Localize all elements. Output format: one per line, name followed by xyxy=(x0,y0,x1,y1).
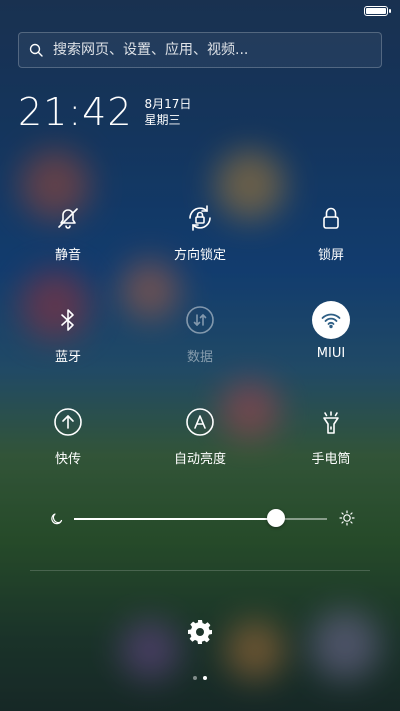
gear-icon[interactable] xyxy=(186,618,214,646)
clock-time: 21:42 xyxy=(18,90,133,134)
toggle-label: 自动亮度 xyxy=(173,452,226,467)
auto-brightness-icon xyxy=(180,402,220,442)
toggle-label: MIUI xyxy=(316,346,346,361)
wifi-icon xyxy=(312,301,350,339)
toggle-mute[interactable]: 静音 xyxy=(8,198,128,263)
search-bar[interactable] xyxy=(18,32,382,68)
slider-fill xyxy=(74,518,277,520)
mobile-data-icon xyxy=(180,300,220,340)
toggle-rotation-lock[interactable]: 方向锁定 xyxy=(140,198,260,263)
toggle-label: 快传 xyxy=(54,452,81,467)
toggle-label: 方向锁定 xyxy=(173,248,226,263)
upload-arrow-icon xyxy=(48,402,88,442)
page-dot xyxy=(193,676,197,680)
toggle-label: 锁屏 xyxy=(317,248,344,263)
clock-weekday: 星期三 xyxy=(144,113,181,127)
rotation-lock-icon xyxy=(180,198,220,238)
search-input[interactable] xyxy=(51,41,355,59)
toggle-label: 蓝牙 xyxy=(54,350,81,365)
toggle-label: 静音 xyxy=(54,248,81,263)
wifi-toggle-circle xyxy=(311,300,351,340)
lock-icon xyxy=(311,198,351,238)
clock-date: 8月17日 xyxy=(144,97,192,111)
moon-icon xyxy=(51,513,63,525)
search-icon xyxy=(29,43,43,57)
clock-date-block: 8月17日 星期三 xyxy=(145,96,192,128)
toggle-auto-brightness[interactable]: 自动亮度 xyxy=(140,402,260,467)
brightness-slider[interactable] xyxy=(50,508,355,530)
flashlight-icon xyxy=(311,402,351,442)
toggle-mobile-data[interactable]: 数据 xyxy=(140,300,260,365)
toggle-lock-screen[interactable]: 锁屏 xyxy=(271,198,391,263)
sun-icon xyxy=(339,510,355,526)
toggle-wifi[interactable]: MIUI xyxy=(271,300,391,361)
toggle-label: 手电筒 xyxy=(311,452,351,467)
toggle-quick-transfer[interactable]: 快传 xyxy=(8,402,128,467)
toggle-bluetooth[interactable]: 蓝牙 xyxy=(8,300,128,365)
page-dot-active xyxy=(203,676,207,680)
bell-off-icon xyxy=(48,198,88,238)
battery-icon xyxy=(364,6,391,16)
divider xyxy=(30,570,370,571)
page-indicator xyxy=(0,676,400,680)
clock[interactable]: 21:42 8月17日 星期三 xyxy=(18,90,191,134)
bluetooth-icon xyxy=(48,300,88,340)
toggle-flashlight[interactable]: 手电筒 xyxy=(271,402,391,467)
slider-thumb[interactable] xyxy=(267,509,286,527)
toggle-label: 数据 xyxy=(186,350,213,365)
